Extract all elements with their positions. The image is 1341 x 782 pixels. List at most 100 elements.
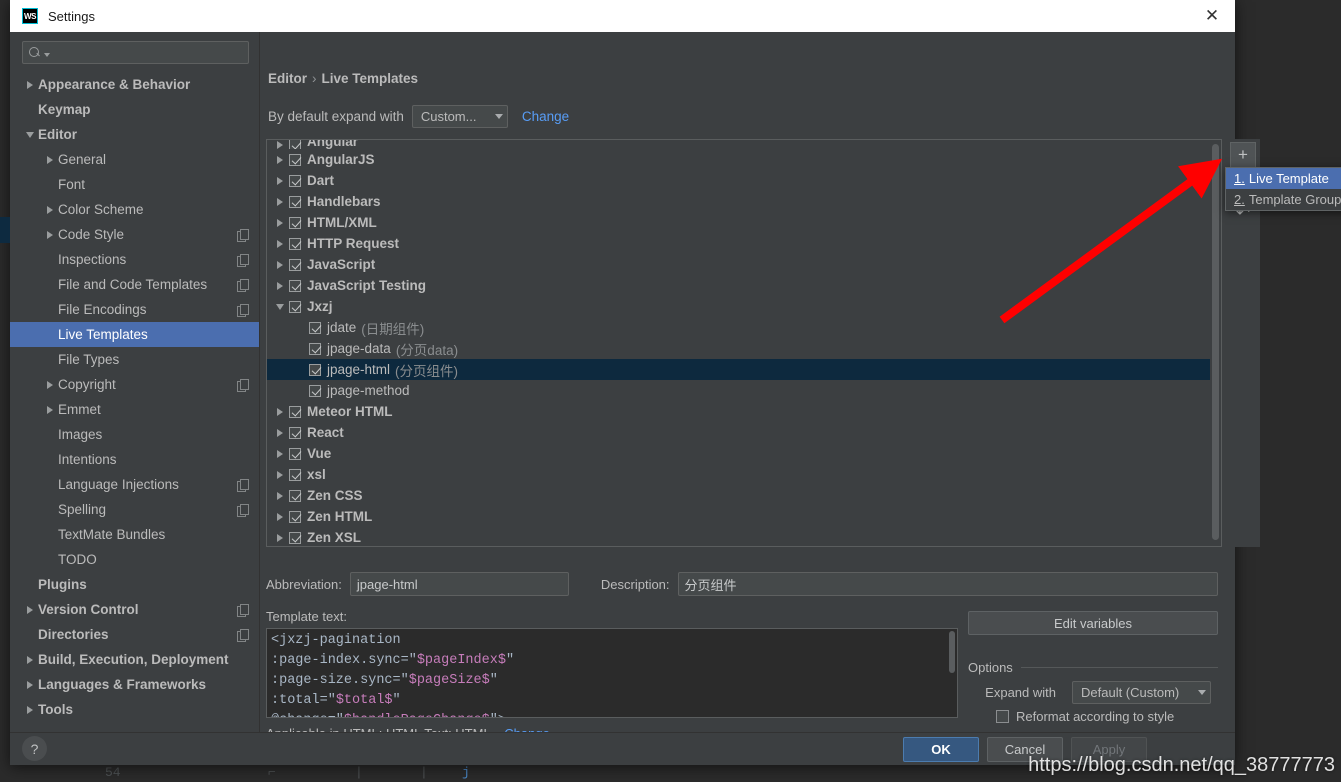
template-list-item[interactable]: Meteor HTML (267, 401, 1221, 422)
abbreviation-input[interactable]: jpage-html (349, 572, 569, 596)
copy-settings-icon[interactable] (237, 278, 249, 292)
change-expand-link[interactable]: Change (522, 109, 569, 124)
edit-variables-button[interactable]: Edit variables (968, 611, 1218, 635)
chevron-right-icon[interactable] (271, 260, 289, 269)
chevron-right-icon[interactable] (271, 197, 289, 206)
template-enabled-checkbox[interactable] (289, 140, 301, 149)
scrollbar-thumb[interactable] (1212, 144, 1219, 540)
chevron-right-icon[interactable] (42, 205, 58, 214)
sidebar-item-live-templates[interactable]: Live Templates (10, 322, 259, 347)
chevron-down-icon[interactable] (271, 303, 289, 310)
template-list-item[interactable]: Zen XSL (267, 527, 1221, 546)
template-list-item[interactable]: Dart (267, 170, 1221, 191)
sidebar-item-plugins[interactable]: Plugins (10, 572, 259, 597)
sidebar-item-spelling[interactable]: Spelling (10, 497, 259, 522)
menu-item-template-group[interactable]: 2.Template Group... (1226, 189, 1341, 210)
template-list-item[interactable]: Vue (267, 443, 1221, 464)
chevron-right-icon[interactable] (42, 405, 58, 414)
sidebar-item-code-style[interactable]: Code Style (10, 222, 259, 247)
copy-settings-icon[interactable] (237, 378, 249, 392)
chevron-right-icon[interactable] (271, 176, 289, 185)
chevron-right-icon[interactable] (42, 155, 58, 164)
sidebar-item-keymap[interactable]: Keymap (10, 97, 259, 122)
chevron-right-icon[interactable] (22, 655, 38, 664)
copy-settings-icon[interactable] (237, 253, 249, 267)
template-enabled-checkbox[interactable] (309, 342, 321, 355)
template-list-item[interactable]: React (267, 422, 1221, 443)
template-list-item[interactable]: jdate (日期组件) (267, 317, 1221, 338)
sidebar-item-copyright[interactable]: Copyright (10, 372, 259, 397)
template-list-item[interactable]: xsl (267, 464, 1221, 485)
default-expand-combo[interactable]: Custom... (411, 105, 508, 128)
template-enabled-checkbox[interactable] (289, 174, 301, 187)
chevron-right-icon[interactable] (271, 449, 289, 458)
template-text-scrollbar[interactable] (948, 631, 956, 717)
menu-item-live-template[interactable]: 1. Live Template (1226, 168, 1341, 189)
template-enabled-checkbox[interactable] (289, 300, 301, 313)
add-template-button[interactable]: + (1230, 142, 1256, 168)
template-enabled-checkbox[interactable] (289, 489, 301, 502)
sidebar-item-textmate-bundles[interactable]: TextMate Bundles (10, 522, 259, 547)
close-icon[interactable]: ✕ (1189, 0, 1235, 32)
copy-settings-icon[interactable] (237, 603, 249, 617)
chevron-right-icon[interactable] (271, 491, 289, 500)
sidebar-item-file-and-code-templates[interactable]: File and Code Templates (10, 272, 259, 297)
template-list-item[interactable]: Zen HTML (267, 506, 1221, 527)
template-list-item[interactable]: AngularJS (267, 149, 1221, 170)
template-list-item[interactable]: HTTP Request (267, 233, 1221, 254)
sidebar-item-languages-frameworks[interactable]: Languages & Frameworks (10, 672, 259, 697)
template-enabled-checkbox[interactable] (289, 468, 301, 481)
chevron-down-icon[interactable] (22, 131, 38, 138)
template-list-scrollbar[interactable] (1210, 140, 1221, 546)
expand-with-combo[interactable]: Default (Custom) (1072, 681, 1211, 704)
chevron-right-icon[interactable] (271, 470, 289, 479)
template-list-item[interactable]: Jxzj (267, 296, 1221, 317)
chevron-right-icon[interactable] (271, 155, 289, 164)
copy-settings-icon[interactable] (237, 503, 249, 517)
template-list-item[interactable]: Handlebars (267, 191, 1221, 212)
sidebar-item-file-types[interactable]: File Types (10, 347, 259, 372)
sidebar-item-directories[interactable]: Directories (10, 622, 259, 647)
sidebar-item-appearance-behavior[interactable]: Appearance & Behavior (10, 72, 259, 97)
sidebar-item-inspections[interactable]: Inspections (10, 247, 259, 272)
template-enabled-checkbox[interactable] (289, 279, 301, 292)
sidebar-item-version-control[interactable]: Version Control (10, 597, 259, 622)
help-button[interactable]: ? (22, 736, 47, 761)
template-enabled-checkbox[interactable] (289, 510, 301, 523)
template-enabled-checkbox[interactable] (289, 258, 301, 271)
template-enabled-checkbox[interactable] (289, 216, 301, 229)
chevron-right-icon[interactable] (42, 230, 58, 239)
template-list-item[interactable]: Angular (267, 140, 1221, 149)
chevron-right-icon[interactable] (271, 512, 289, 521)
template-list-item[interactable]: HTML/XML (267, 212, 1221, 233)
sidebar-item-editor[interactable]: Editor (10, 122, 259, 147)
sidebar-item-images[interactable]: Images (10, 422, 259, 447)
sidebar-item-intentions[interactable]: Intentions (10, 447, 259, 472)
chevron-right-icon[interactable] (42, 380, 58, 389)
template-enabled-checkbox[interactable] (289, 153, 301, 166)
chevron-right-icon[interactable] (271, 407, 289, 416)
template-enabled-checkbox[interactable] (309, 363, 321, 376)
chevron-right-icon[interactable] (22, 680, 38, 689)
sidebar-item-general[interactable]: General (10, 147, 259, 172)
template-list-item[interactable]: jpage-data (分页data) (267, 338, 1221, 359)
template-list[interactable]: Angular AngularJS Dart Handlebars HTML/XML HT… (266, 139, 1222, 547)
chevron-right-icon[interactable] (271, 141, 289, 149)
reformat-option-row[interactable]: Reformat according to style (968, 709, 1218, 724)
chevron-right-icon[interactable] (271, 533, 289, 542)
template-list-item[interactable]: jpage-html (分页组件) (267, 359, 1221, 380)
template-text-editor[interactable]: <jxzj-pagination :page-index.sync="$page… (266, 628, 958, 718)
chevron-right-icon[interactable] (271, 218, 289, 227)
chevron-right-icon[interactable] (271, 239, 289, 248)
chevron-right-icon[interactable] (22, 605, 38, 614)
template-list-item[interactable]: Zen CSS (267, 485, 1221, 506)
chevron-right-icon[interactable] (271, 281, 289, 290)
copy-settings-icon[interactable] (237, 478, 249, 492)
sidebar-item-language-injections[interactable]: Language Injections (10, 472, 259, 497)
chevron-right-icon[interactable] (22, 705, 38, 714)
template-list-item[interactable]: jpage-method (267, 380, 1221, 401)
description-input[interactable]: 分页组件 (677, 572, 1218, 596)
sidebar-item-color-scheme[interactable]: Color Scheme (10, 197, 259, 222)
chevron-right-icon[interactable] (271, 428, 289, 437)
template-enabled-checkbox[interactable] (289, 405, 301, 418)
